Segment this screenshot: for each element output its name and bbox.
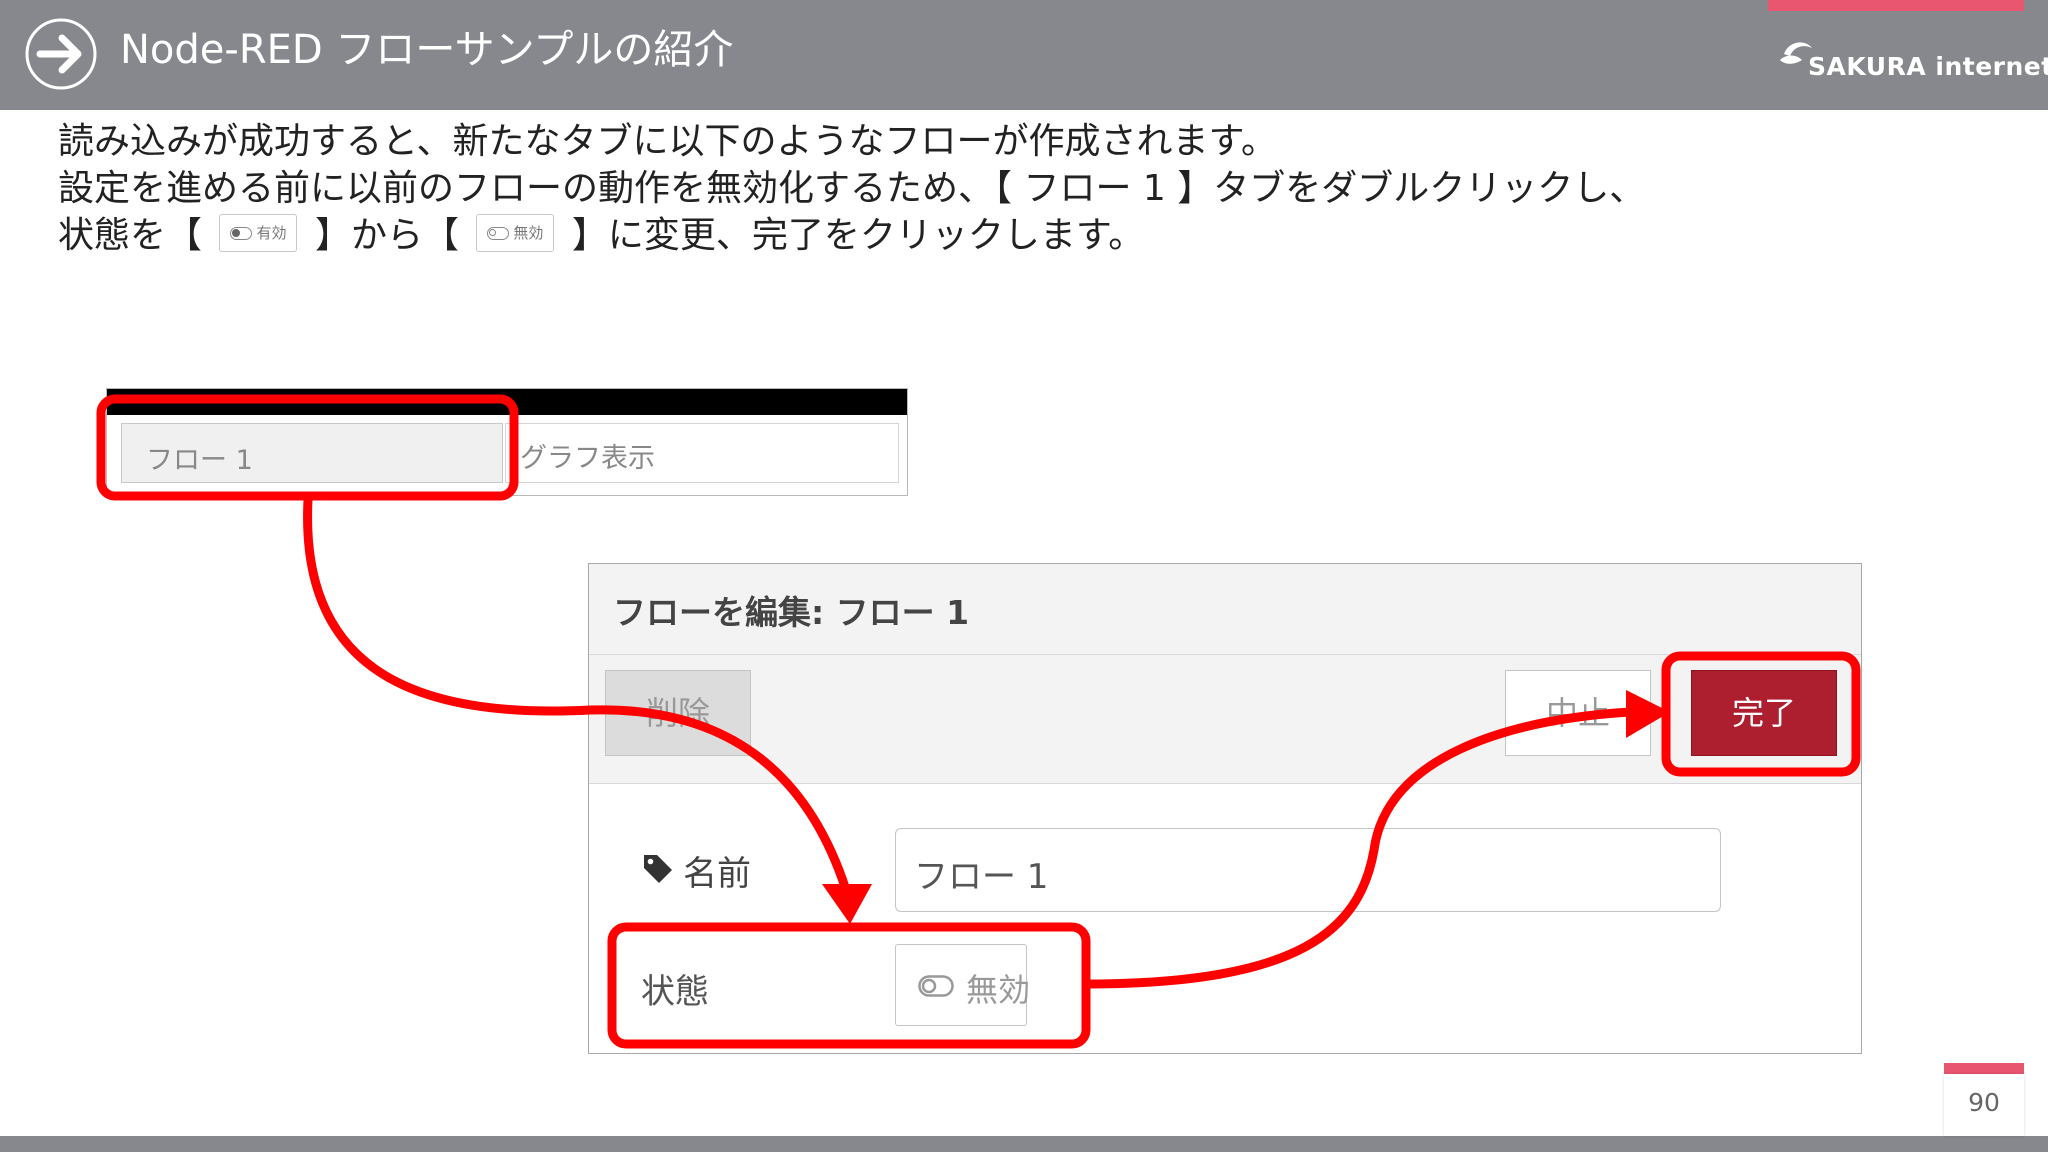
instruction-text: 読み込みが成功すると、新たなタブに以下のようなフローが作成されます。 設定を進め… [58,118,1645,259]
tab-graph-view-label: グラフ表示 [520,443,655,474]
slide-header: Node-RED フローサンプルの紹介 SAKURA internet [0,0,2048,110]
tag-icon [644,855,672,883]
arrow-right-circle-icon [25,18,97,90]
instruction-line-3-before: 状態を【 [58,215,203,256]
page-number-box: 90 [1944,1074,2024,1136]
tabs-top-bar [107,389,907,415]
dialog-title-bar: フローを編集: フロー 1 [589,564,1861,655]
instruction-line-3-after: 】に変更、完了をクリックします。 [571,215,1145,256]
sakura-internet-logo: SAKURA internet [1778,34,2048,86]
done-button[interactable]: 完了 [1691,670,1837,756]
page-number-accent [1944,1063,2024,1074]
toggle-off-icon [487,227,510,240]
page-number: 90 [1968,1088,2000,1117]
slide-title: Node-RED フローサンプルの紹介 [120,27,734,73]
inline-toggle-disabled-label: 無効 [513,224,544,242]
instruction-line-1: 読み込みが成功すると、新たなタブに以下のようなフローが作成されます。 [58,121,1277,162]
toggle-off-icon [918,975,954,997]
delete-button[interactable]: 削除 [605,670,751,756]
inline-toggle-enabled-label: 有効 [256,224,287,242]
tabs-screenshot: フロー 1 グラフ表示 [106,388,908,496]
cancel-button[interactable]: 中止 [1505,670,1651,756]
state-toggle[interactable]: 無効 [895,944,1031,1026]
state-label: 状態 [641,972,709,1012]
dialog-title: フローを編集: フロー 1 [613,593,970,632]
inline-toggle-enabled: 有効 [219,214,298,252]
name-input[interactable]: フロー 1 [895,828,1721,912]
logo-text: SAKURA internet [1808,52,2048,81]
edit-flow-dialog: フローを編集: フロー 1 削除 中止 完了 名前 フロー 1 状態 無効 [588,563,1862,1054]
state-toggle-label: 無効 [966,971,1031,1009]
instruction-line-3-middle: 】から【 [314,215,459,256]
tab-flow-1-label: フロー 1 [146,445,253,476]
name-label: 名前 [683,854,751,894]
name-input-value: フロー 1 [914,857,1049,897]
instruction-line-2: 設定を進める前に以前のフローの動作を無効化するため、【 フロー 1 】タブをダブ… [58,168,1646,209]
tab-graph-view[interactable]: グラフ表示 [505,423,899,483]
instruction-line-3: 状態を【 有効 】から【 無効 】に変更、完了をクリックします。 [58,212,1645,259]
toggle-on-icon [230,227,253,240]
footer-bar [0,1136,2048,1152]
header-accent-strip [1768,0,2024,11]
tab-flow-1[interactable]: フロー 1 [121,423,503,483]
inline-toggle-disabled: 無効 [476,214,555,252]
dialog-toolbar: 削除 中止 完了 [589,655,1861,784]
